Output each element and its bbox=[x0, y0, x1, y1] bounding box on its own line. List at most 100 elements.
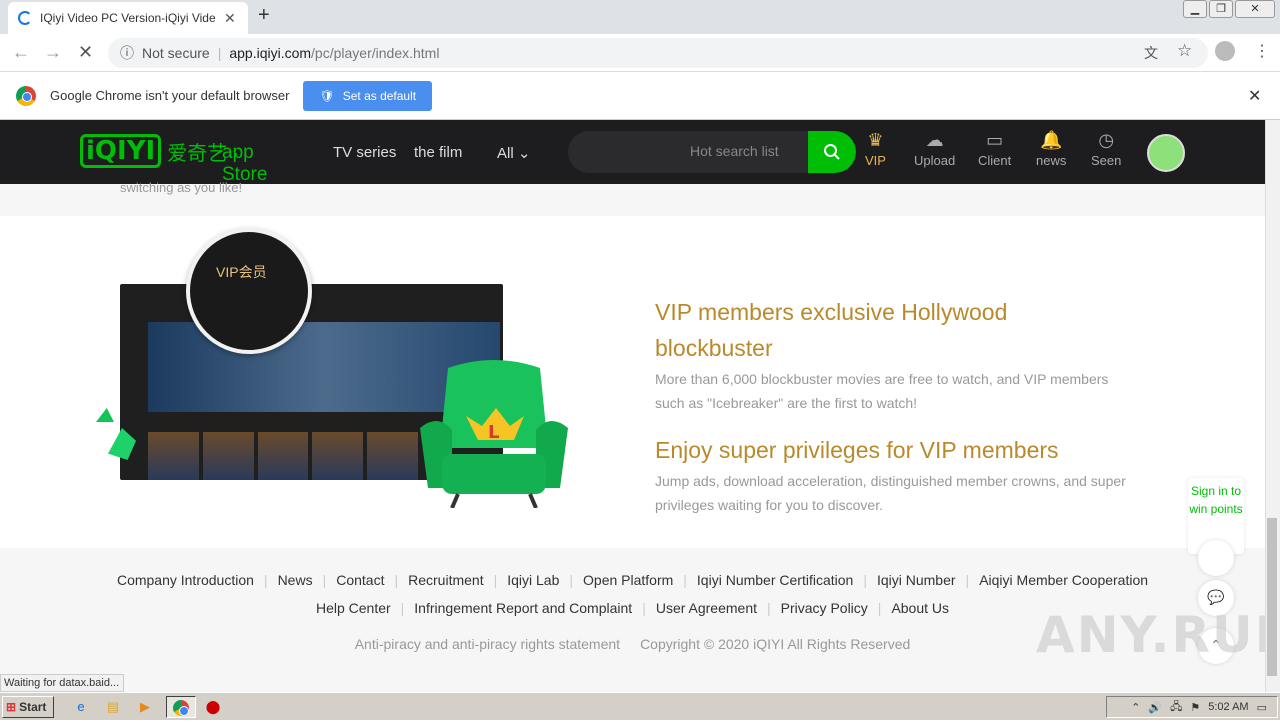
set-default-label: Set as default bbox=[342, 88, 417, 103]
bell-icon: 🔔 bbox=[1039, 130, 1063, 150]
watermark-logo: ANY.RUN bbox=[1036, 606, 1280, 664]
infobar-close-icon[interactable]: ✕ bbox=[1248, 86, 1261, 106]
nav-film[interactable]: the film bbox=[414, 144, 462, 161]
infobar-text: Google Chrome isn't your default browser bbox=[50, 88, 290, 103]
client-icon: ▭ bbox=[986, 130, 1004, 150]
seen-label: Seen bbox=[1091, 153, 1122, 168]
footer-link[interactable]: News bbox=[278, 572, 313, 588]
vip-label: VIP bbox=[865, 153, 886, 168]
nav-all[interactable]: All ⌄ bbox=[497, 144, 530, 162]
footer-link[interactable]: Privacy Policy bbox=[781, 600, 868, 616]
back-icon[interactable]: ← bbox=[12, 42, 30, 63]
explorer-icon[interactable]: ▤ bbox=[102, 696, 124, 718]
nav-tv-series[interactable]: TV series bbox=[333, 144, 396, 161]
feature-heading-2: Enjoy super privileges for VIP members bbox=[655, 437, 1059, 463]
browser-tab[interactable]: IQiyi Video PC Version-iQiyi Video Offic… bbox=[8, 2, 248, 34]
history-icon: ◷ bbox=[1098, 130, 1115, 150]
search-placeholder: Hot search list bbox=[690, 143, 779, 159]
chat-icon: 💬 bbox=[1207, 589, 1225, 605]
client-label: Client bbox=[978, 153, 1012, 168]
footer-link[interactable]: Open Platform bbox=[583, 572, 673, 588]
chrome-taskbar-button[interactable] bbox=[166, 696, 196, 718]
section-caption: switching as you like! bbox=[120, 180, 243, 195]
chrome-icon bbox=[16, 85, 36, 106]
previous-section: switching as you like! bbox=[0, 180, 1265, 216]
avatar[interactable] bbox=[1147, 134, 1185, 172]
feature-heading-1-cont: blockbuster bbox=[655, 335, 773, 361]
antivirus-icon[interactable]: ⬤ bbox=[202, 696, 224, 718]
footer-link[interactable]: Iqiyi Number bbox=[877, 572, 956, 588]
show-desktop-icon[interactable]: ▭ bbox=[1257, 701, 1267, 714]
upload-button[interactable]: ☁ Upload bbox=[914, 130, 955, 168]
upload-icon: ☁ bbox=[925, 130, 944, 150]
footer-link[interactable]: Iqiyi Number Certification bbox=[697, 572, 853, 588]
search-box[interactable]: Hot search list bbox=[568, 131, 856, 173]
feature-text-1-cont: such as "Icebreaker" are the first to wa… bbox=[655, 395, 918, 411]
seen-button[interactable]: ◷ Seen bbox=[1091, 130, 1121, 168]
maximize-button[interactable]: ❐ bbox=[1209, 0, 1233, 18]
stop-icon[interactable]: ✕ bbox=[78, 42, 93, 63]
feature-text-1: More than 6,000 blockbuster movies are f… bbox=[655, 371, 1109, 387]
clock: 5:02 AM bbox=[1208, 701, 1249, 713]
crown-icon: ♛ bbox=[867, 130, 884, 150]
feature-text-2-cont: privileges waiting for you to discover. bbox=[655, 497, 883, 513]
default-browser-infobar: Google Chrome isn't your default browser… bbox=[0, 72, 1280, 120]
footer-link[interactable]: Iqiyi Lab bbox=[507, 572, 559, 588]
tab-close-icon[interactable]: ✕ bbox=[224, 10, 236, 27]
profile-icon[interactable] bbox=[1215, 41, 1235, 61]
site-header: iQIYI 爱奇艺 · app Store TV series the film… bbox=[0, 120, 1265, 185]
scrollbar-thumb[interactable] bbox=[1267, 518, 1277, 676]
new-tab-button[interactable]: + bbox=[258, 4, 270, 27]
translate-icon[interactable]: 文 bbox=[1144, 43, 1158, 63]
tray-up-icon[interactable]: ⌃ bbox=[1131, 701, 1140, 714]
footer-link[interactable]: Aiqiyi Member Cooperation bbox=[979, 572, 1148, 588]
volume-icon[interactable]: 🔊 bbox=[1148, 701, 1162, 714]
browser-toolbar: ← → ✕ ⓘ Not secure | app.iqiyi.com/pc/pl… bbox=[0, 34, 1280, 72]
feature-heading-1: VIP members exclusive Hollywood bbox=[655, 299, 1008, 325]
footer-link[interactable]: Company Introduction bbox=[117, 572, 254, 588]
news-label: news bbox=[1036, 153, 1067, 168]
client-button[interactable]: ▭ Client bbox=[978, 130, 1011, 168]
status-bar: Waiting for datax.baid... bbox=[0, 674, 124, 692]
gem-decoration bbox=[96, 408, 114, 422]
ie-icon[interactable]: e bbox=[70, 696, 92, 718]
vip-sofa-illustration: L bbox=[420, 360, 568, 508]
network-icon[interactable]: 🖧 bbox=[1170, 698, 1182, 717]
security-label: Not secure bbox=[142, 45, 210, 61]
float-button[interactable] bbox=[1198, 540, 1234, 576]
footer-link[interactable]: Recruitment bbox=[408, 572, 483, 588]
flag-icon[interactable]: ⚑ bbox=[1190, 701, 1200, 714]
minimize-button[interactable]: ▁ bbox=[1183, 0, 1207, 18]
footer-link[interactable]: Infringement Report and Complaint bbox=[414, 600, 632, 616]
tab-title: IQiyi Video PC Version-iQiyi Video Offic… bbox=[40, 11, 216, 25]
menu-icon[interactable]: ⋮ bbox=[1254, 41, 1270, 61]
svg-text:L: L bbox=[488, 422, 499, 443]
copyright-text: Copyright © 2020 iQIYI All Rights Reserv… bbox=[640, 636, 911, 652]
footer-link[interactable]: User Agreement bbox=[656, 600, 757, 616]
vip-button[interactable]: ♛ VIP bbox=[865, 130, 886, 168]
site-logo[interactable]: iQIYI 爱奇艺 · bbox=[80, 134, 239, 168]
footer-link[interactable]: Help Center bbox=[316, 600, 391, 616]
bookmark-star-icon[interactable]: ☆ bbox=[1177, 41, 1192, 61]
address-bar[interactable]: ⓘ Not secure | app.iqiyi.com/pc/player/i… bbox=[108, 38, 1208, 68]
search-button[interactable] bbox=[808, 131, 856, 173]
system-tray: ⌃ 🔊 🖧 ⚑ 5:02 AM ▭ bbox=[1106, 696, 1278, 718]
forward-icon[interactable]: → bbox=[44, 42, 62, 63]
set-default-button[interactable]: 🛡 Set as default bbox=[303, 80, 433, 111]
info-icon[interactable]: ⓘ bbox=[120, 43, 134, 63]
logo-mark: iQIYI bbox=[80, 134, 162, 168]
start-label: Start bbox=[19, 700, 47, 714]
chrome-icon bbox=[173, 700, 189, 716]
footer-link[interactable]: About Us bbox=[891, 600, 949, 616]
vip-member-label: VIP会员 bbox=[216, 264, 267, 280]
loading-icon bbox=[18, 11, 32, 25]
media-player-icon[interactable]: ▶ bbox=[134, 696, 156, 718]
footer-link[interactable]: Contact bbox=[336, 572, 384, 588]
piracy-statement-link[interactable]: Anti-piracy and anti-piracy rights state… bbox=[355, 636, 620, 652]
feature-text-2: Jump ads, download acceleration, disting… bbox=[655, 473, 1126, 489]
footer-links-row1: Company Introduction | News | Contact | Rec… bbox=[116, 572, 1149, 588]
news-button[interactable]: 🔔 news bbox=[1036, 130, 1066, 168]
shield-icon: 🛡 bbox=[319, 88, 335, 103]
close-window-button[interactable]: ✕ bbox=[1235, 0, 1275, 18]
start-button[interactable]: ⊞ Start bbox=[2, 696, 54, 718]
